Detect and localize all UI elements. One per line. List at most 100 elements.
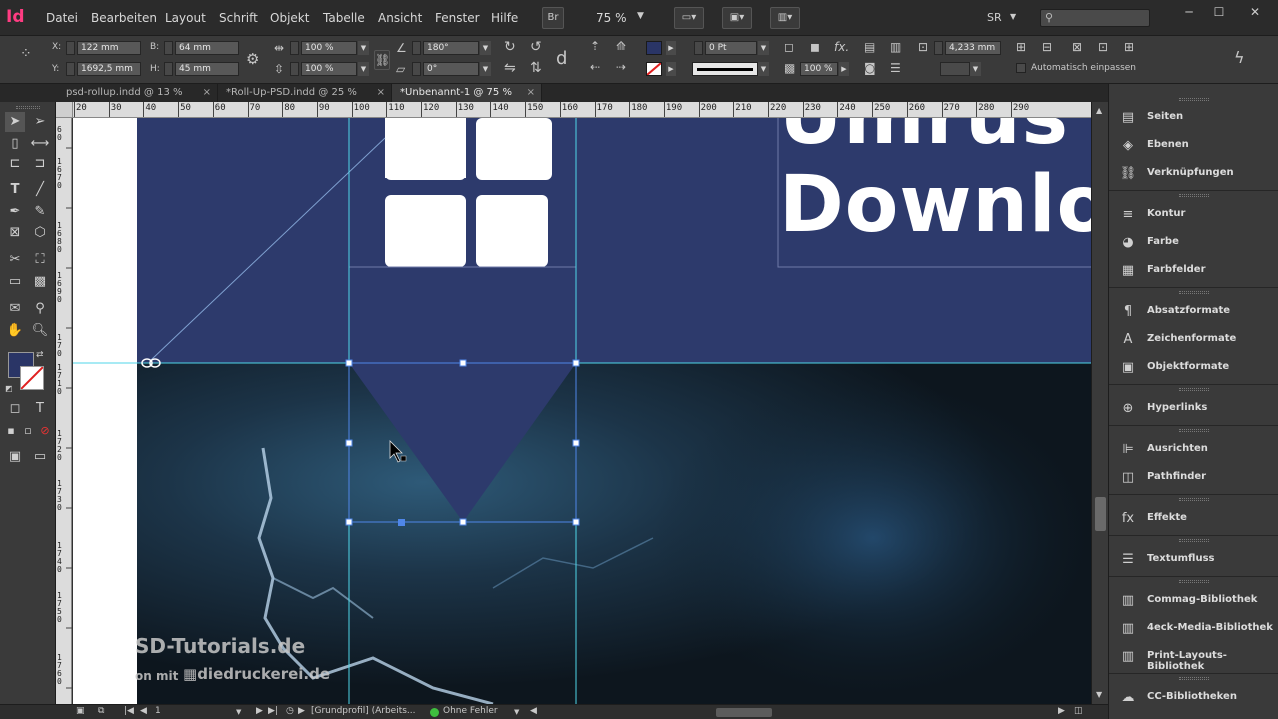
- line-tool-icon[interactable]: ╱: [30, 180, 50, 200]
- panel-item-farbe[interactable]: ◕ Farbe: [1109, 229, 1278, 257]
- panel-item-verknüpfungen[interactable]: ⛓ Verknüpfungen: [1109, 160, 1278, 188]
- restore-button[interactable]: ☐: [1204, 4, 1234, 20]
- formatting-text-icon[interactable]: T: [30, 399, 50, 419]
- panel-group-grip[interactable]: [1179, 539, 1209, 542]
- panel-item-4eck-media-bibliothek[interactable]: ▥ 4eck-Media-Bibliothek: [1109, 615, 1278, 643]
- last-page-icon[interactable]: ▶|: [268, 706, 278, 716]
- tab-close-icon[interactable]: ×: [527, 84, 535, 102]
- y-spinner[interactable]: [66, 62, 75, 76]
- handle-top-left[interactable]: [345, 359, 353, 367]
- tab-close-icon[interactable]: ×: [203, 84, 211, 102]
- panel-group-grip[interactable]: [1179, 498, 1209, 501]
- rotation-spinner[interactable]: [412, 41, 421, 55]
- scale-y-dropdown-icon[interactable]: ▼: [358, 62, 369, 76]
- fit-frame-content-icon[interactable]: ⊟: [1042, 40, 1052, 54]
- rotate-cw-icon[interactable]: ↻: [504, 39, 516, 55]
- fit-proportionally-icon[interactable]: ⊞: [1124, 40, 1134, 54]
- shear-field[interactable]: 0°: [423, 62, 479, 76]
- zoom-dropdown-icon[interactable]: ▼: [637, 11, 644, 21]
- page-dropdown-icon[interactable]: ▼: [236, 708, 241, 716]
- width-field[interactable]: 64 mm: [175, 41, 239, 55]
- text-wrap-shape-icon[interactable]: ◙: [864, 61, 876, 75]
- panel-item-hyperlinks[interactable]: ⊕ Hyperlinks: [1109, 395, 1278, 423]
- bridge-button[interactable]: Br: [542, 7, 564, 29]
- handle-bottom-left[interactable]: [345, 518, 353, 526]
- apply-none-icon[interactable]: ⊘: [35, 421, 55, 441]
- chain-link-icon[interactable]: ⛓: [374, 50, 390, 70]
- formatting-container-icon[interactable]: ◻: [5, 399, 25, 419]
- first-page-icon[interactable]: |◀: [124, 706, 134, 716]
- pen-tool-icon[interactable]: ✒: [5, 202, 25, 222]
- minimize-button[interactable]: ─: [1174, 4, 1204, 20]
- dimension-field[interactable]: 4,233 mm: [945, 41, 1001, 55]
- preview-toggle-icon[interactable]: ▣: [76, 706, 85, 716]
- split-window-icon[interactable]: ◫: [1074, 706, 1083, 716]
- panel-item-print-layouts-bibliothek[interactable]: ▥ Print-Layouts-Bibliothek: [1109, 643, 1278, 672]
- menu-datei[interactable]: Datei: [46, 11, 78, 25]
- tools-grip[interactable]: [16, 106, 40, 109]
- select-container-icon[interactable]: ⇡: [590, 39, 600, 53]
- normal-view-icon[interactable]: ▣: [5, 447, 25, 467]
- eyedropper-tool-icon[interactable]: ⚲: [30, 299, 50, 319]
- handle-middle-right[interactable]: [572, 439, 580, 447]
- gradient-swatch-tool-icon[interactable]: ▭: [5, 272, 25, 292]
- center-content-icon[interactable]: ⊠: [1072, 40, 1082, 54]
- stroke-color-icon[interactable]: [20, 366, 44, 390]
- x-spinner[interactable]: [66, 41, 75, 55]
- panel-item-absatzformate[interactable]: ¶ Absatzformate: [1109, 298, 1278, 326]
- fill-swatch[interactable]: [646, 41, 662, 55]
- auto-fit-checkbox[interactable]: [1016, 63, 1026, 73]
- swap-colors-icon[interactable]: ⇄: [36, 350, 44, 360]
- default-colors-icon[interactable]: ◩: [5, 384, 13, 393]
- menu-objekt[interactable]: Objekt: [270, 11, 309, 25]
- handle-bottom-center[interactable]: [459, 518, 467, 526]
- shear-spinner[interactable]: [412, 62, 421, 76]
- screen-mode-icon[interactable]: ▭: [30, 447, 50, 467]
- panel-grip[interactable]: [1179, 98, 1209, 101]
- stroke-type-select[interactable]: [692, 62, 758, 76]
- rectangle-frame-tool-icon[interactable]: ⊠: [5, 223, 25, 243]
- menu-tabelle[interactable]: Tabelle: [323, 11, 365, 25]
- panel-item-seiten[interactable]: ▤ Seiten: [1109, 104, 1278, 132]
- flip-vertical-icon[interactable]: ⇅: [530, 60, 542, 76]
- handle-top-center[interactable]: [459, 359, 467, 367]
- panel-item-commag-bibliothek[interactable]: ▥ Commag-Bibliothek: [1109, 587, 1278, 615]
- stroke-weight-spinner[interactable]: [694, 41, 703, 55]
- opacity-field[interactable]: 100 %: [800, 62, 838, 76]
- flip-horizontal-icon[interactable]: ⇋: [504, 60, 516, 76]
- panel-group-grip[interactable]: [1179, 388, 1209, 391]
- drop-shadow-icon[interactable]: ◻: [784, 40, 794, 54]
- search-input[interactable]: ⚲: [1040, 9, 1150, 27]
- document-canvas[interactable]: Umrüs Download SD-Tutorials.de on mit ▦d…: [73, 118, 1091, 704]
- vertical-scrollbar[interactable]: ▲ ▼: [1091, 102, 1108, 704]
- content-placer-icon[interactable]: ⊐: [30, 154, 50, 174]
- panel-item-zeichenformate[interactable]: A Zeichenformate: [1109, 326, 1278, 354]
- close-button[interactable]: ✕: [1240, 4, 1270, 20]
- stroke-type-dropdown-icon[interactable]: ▼: [758, 62, 769, 76]
- panel-item-farbfelder[interactable]: ▦ Farbfelder: [1109, 257, 1278, 285]
- stroke-swatch-none[interactable]: [646, 62, 662, 76]
- select-next-icon[interactable]: ⇢: [616, 60, 626, 74]
- tab-roll-up-psd[interactable]: *Roll-Up-PSD.indd @ 25 % ×: [218, 84, 392, 102]
- reference-point-marker[interactable]: [398, 519, 405, 526]
- gradient-feather-tool-icon[interactable]: ▩: [30, 272, 50, 292]
- scroll-down-icon[interactable]: ▼: [1096, 690, 1102, 699]
- menu-schrift[interactable]: Schrift: [219, 11, 258, 25]
- handle-bottom-right[interactable]: [572, 518, 580, 526]
- arrowhead-dropdown-icon[interactable]: ▼: [970, 62, 981, 76]
- menu-bearbeiten[interactable]: Bearbeiten: [91, 11, 157, 25]
- panel-item-textumfluss[interactable]: ☰ Textumfluss: [1109, 546, 1278, 574]
- direct-selection-tool-icon[interactable]: ➢: [30, 112, 50, 132]
- page-tool-icon[interactable]: ▯: [5, 134, 25, 154]
- scissors-tool-icon[interactable]: ✂: [5, 250, 25, 270]
- scroll-right-icon[interactable]: ▶: [1058, 706, 1065, 716]
- content-collector-icon[interactable]: ⊏: [5, 154, 25, 174]
- panel-group-grip[interactable]: [1179, 291, 1209, 294]
- panel-item-ausrichten[interactable]: ⊫ Ausrichten: [1109, 436, 1278, 464]
- width-spinner[interactable]: [164, 41, 173, 55]
- view-options-button[interactable]: ▣▾: [722, 7, 752, 29]
- tab-close-icon[interactable]: ×: [377, 84, 385, 102]
- scroll-up-icon[interactable]: ▲: [1096, 106, 1102, 115]
- y-field[interactable]: 1692,5 mm: [77, 62, 141, 76]
- zoom-tool-icon[interactable]: 🔍︎: [30, 321, 50, 341]
